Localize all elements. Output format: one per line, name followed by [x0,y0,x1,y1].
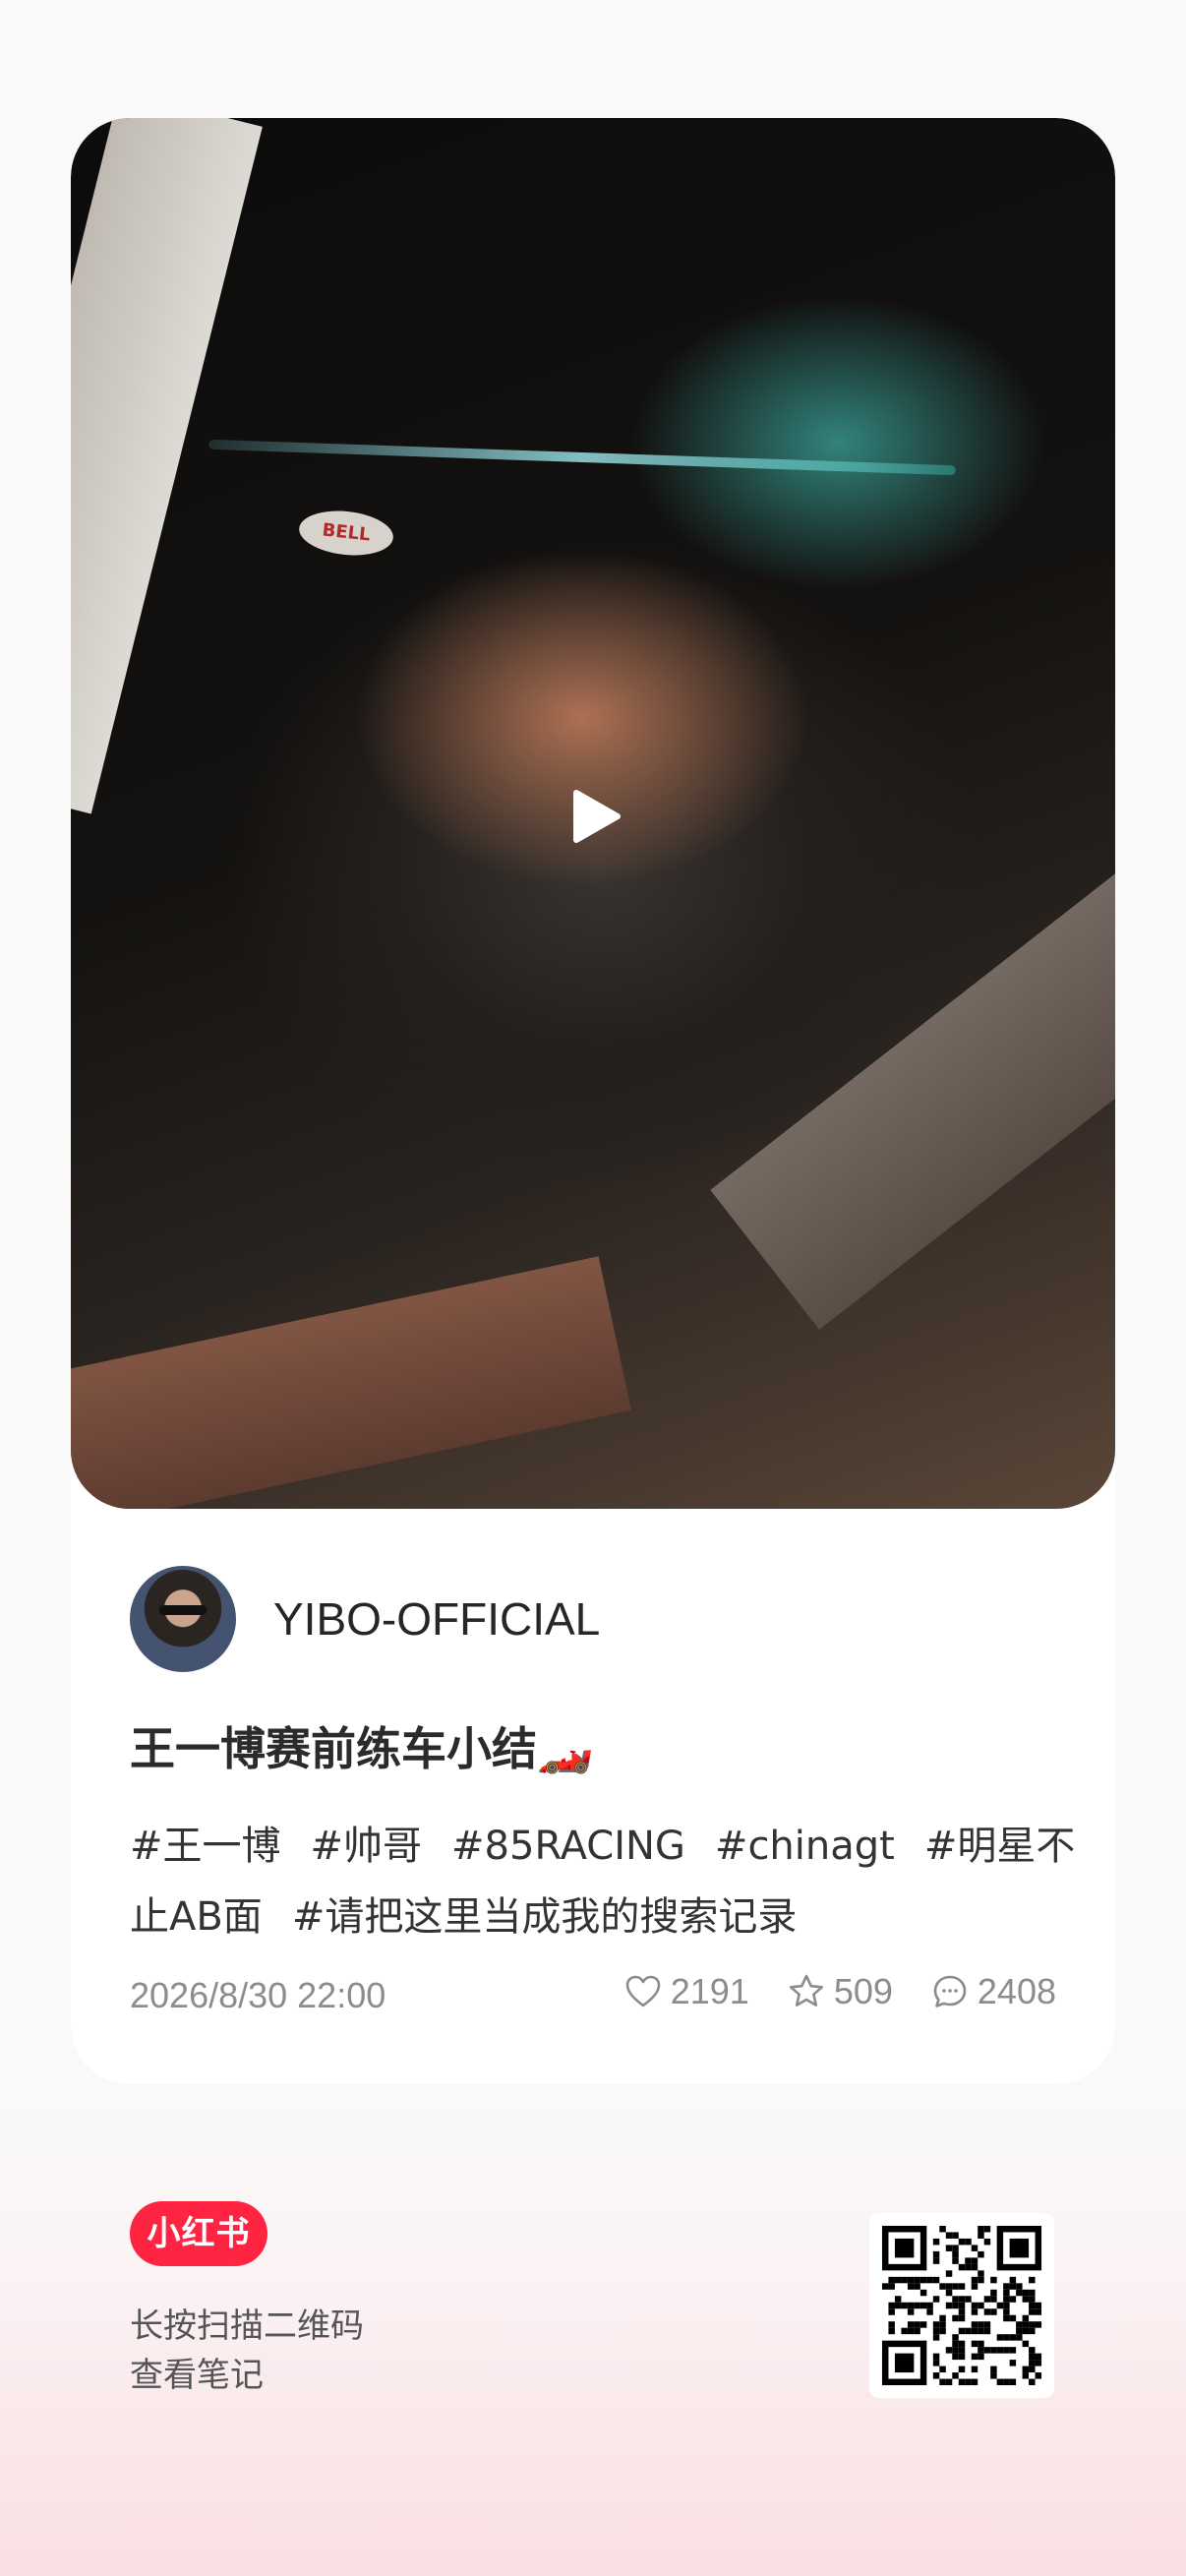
tags-line-1: #王一博 #帅哥 #85RACING #chinagt #明星不 [130,1814,1104,1871]
like-stat[interactable]: 2191 [623,1971,749,2012]
xiaohongshu-logo: 小红书 [130,2201,267,2266]
seatbelt-strap-bottom [71,1256,631,1509]
avatar[interactable] [130,1566,236,1672]
helmet-visor [208,439,956,476]
video-cover[interactable]: BELL [71,118,1115,1509]
play-icon[interactable] [566,787,625,846]
hashtag[interactable]: #85RACING [451,1824,685,1869]
heart-icon [625,1975,661,2007]
helmet-logo: BELL [296,507,396,560]
comment-count: 2408 [977,1971,1056,2011]
username[interactable]: YIBO-OFFICIAL [273,1592,600,1646]
seatbelt-strap-left [71,118,263,814]
scan-line-2: 查看笔记 [130,2356,264,2395]
tags-line-2: 止AB面 #请把这里当成我的搜索记录 [130,1885,826,1942]
star-icon [789,1974,823,2007]
hashtag[interactable]: #帅哥 [311,1824,423,1869]
comment-stat[interactable]: 2408 [930,1971,1056,2012]
seatbelt-strap-right [710,814,1115,1330]
qr-code[interactable] [869,2213,1054,2398]
stats-bar: 2191 509 2408 [586,1971,1056,2012]
scan-line-1: 长按扫描二维码 [130,2306,364,2346]
hashtag[interactable]: #chinagt [715,1824,895,1869]
comment-icon [933,1975,967,2007]
hashtag[interactable]: #王一博 [130,1824,281,1869]
hashtag[interactable]: 止AB面 [130,1894,263,1940]
post-card[interactable]: BELL YIBO-OFFICIAL 王一博赛前练车小结🏎️ #王一博 #帅哥 #8… [71,118,1115,2084]
like-count: 2191 [670,1971,749,2011]
author-row[interactable]: YIBO-OFFICIAL [130,1566,600,1672]
hashtag[interactable]: #明星不 [924,1824,1076,1869]
post-meta: 2026/8/30 22:00 2191 509 2408 [130,1971,1056,2016]
scan-instructions: 长按扫描二维码 查看笔记 [130,2302,364,2400]
collect-count: 509 [833,1971,893,2011]
avatar-sunglasses [159,1605,207,1615]
post-title: 王一博赛前练车小结🏎️ [130,1722,594,1775]
post-date: 2026/8/30 22:00 [130,1975,386,2015]
hashtag[interactable]: #请把这里当成我的搜索记录 [292,1894,798,1940]
collect-stat[interactable]: 509 [787,1971,893,2012]
